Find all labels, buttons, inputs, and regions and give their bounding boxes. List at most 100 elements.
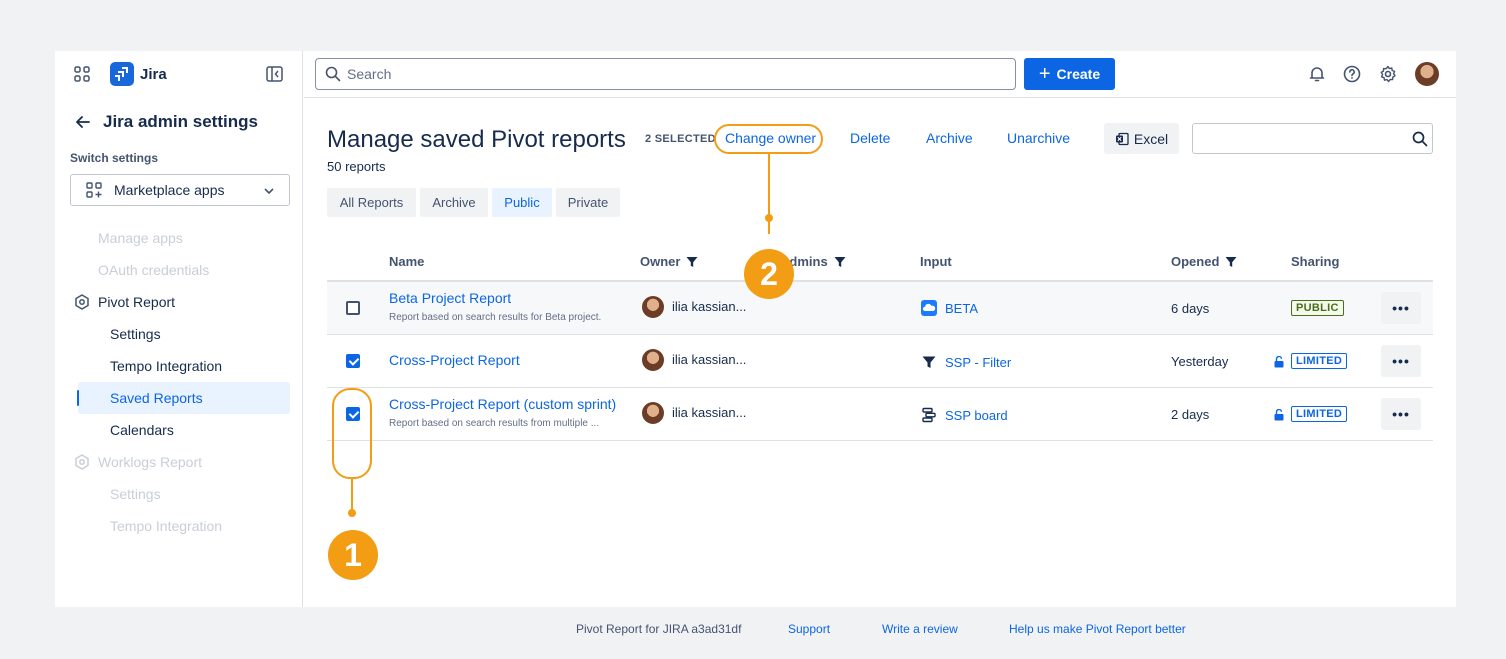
excel-label: Excel <box>1133 130 1169 147</box>
report-description: Report based on search results from mult… <box>389 418 600 429</box>
table-row[interactable]: Cross-Project Report (custom sprint) Rep… <box>327 388 1433 441</box>
excel-icon <box>1115 132 1129 145</box>
worklogs-report-icon <box>75 454 89 470</box>
switch-settings-select[interactable]: Marketplace apps <box>70 174 290 206</box>
sidebar-item-calendars[interactable]: Calendars <box>110 422 174 438</box>
report-description: Report based on search results for Beta … <box>389 312 602 323</box>
search-icon <box>1412 131 1428 147</box>
column-header-owner-label: Owner <box>640 254 681 269</box>
pivot-report-icon <box>75 294 89 310</box>
column-header-sharing[interactable]: Sharing <box>1291 254 1339 269</box>
chevron-down-icon <box>264 188 274 195</box>
tab-archive[interactable]: Archive <box>420 188 488 217</box>
sidebar-item-worklogs-settings[interactable]: Settings <box>110 486 161 502</box>
table-row[interactable]: Beta Project Report Report based on sear… <box>327 282 1433 335</box>
owner-avatar <box>642 402 664 424</box>
unlock-icon <box>1274 409 1284 421</box>
filter-icon[interactable] <box>686 256 698 268</box>
notifications-bell-icon[interactable] <box>1308 65 1326 83</box>
tab-private[interactable]: Private <box>556 188 620 217</box>
sharing-badge-limited: LIMITED <box>1291 353 1348 369</box>
excel-export-button[interactable]: Excel <box>1104 123 1179 154</box>
column-header-name[interactable]: Name <box>389 254 424 269</box>
filter-icon <box>922 356 936 368</box>
back-to-admin-settings[interactable]: Jira admin settings <box>73 112 258 132</box>
jira-logo-icon[interactable] <box>110 62 134 86</box>
main-content: Manage saved Pivot reports 2 SELECTED Ch… <box>304 99 1456 636</box>
sidebar-item-settings[interactable]: Settings <box>110 326 161 342</box>
table-row[interactable]: Cross-Project Report ilia kassian... SSP… <box>327 335 1433 388</box>
footer-support-link[interactable]: Support <box>788 622 830 636</box>
sidebar-item-worklogs-report[interactable]: Worklogs Report <box>98 454 202 470</box>
user-avatar[interactable] <box>1415 62 1439 86</box>
input-link[interactable]: BETA <box>921 300 978 316</box>
input-name: BETA <box>945 300 978 316</box>
page-title: Manage saved Pivot reports <box>327 126 626 153</box>
sidebar: Jira Jira admin settings Switch settings… <box>55 51 303 607</box>
settings-gear-icon[interactable] <box>1379 65 1397 83</box>
report-name-link[interactable]: Cross-Project Report <box>389 352 520 368</box>
unarchive-button[interactable]: Unarchive <box>1007 130 1070 146</box>
annotation-connector <box>351 479 353 513</box>
report-search-input[interactable] <box>1192 123 1433 154</box>
input-name: SSP board <box>945 407 1008 423</box>
archive-button[interactable]: Archive <box>926 130 973 146</box>
collapse-sidebar-icon[interactable] <box>266 66 283 82</box>
app-switcher-icon[interactable] <box>74 66 90 82</box>
board-icon <box>922 407 936 423</box>
search-icon <box>325 66 341 82</box>
filter-icon[interactable] <box>834 256 846 268</box>
annotation-ring-checkboxes <box>332 388 372 479</box>
sidebar-item-pivot-report[interactable]: Pivot Report <box>98 294 175 310</box>
filter-icon[interactable] <box>1225 256 1237 268</box>
row-checkbox[interactable] <box>346 301 360 315</box>
sidebar-item-saved-reports[interactable]: Saved Reports <box>110 390 203 406</box>
column-header-name-label: Name <box>389 254 425 269</box>
input-link[interactable]: SSP - Filter <box>921 354 1011 370</box>
row-checkbox[interactable] <box>346 354 360 368</box>
sidebar-item-tempo-integration[interactable]: Tempo Integration <box>110 358 222 374</box>
delete-button[interactable]: Delete <box>850 130 890 146</box>
footer-feedback-link[interactable]: Help us make Pivot Report better <box>1009 622 1186 636</box>
project-icon <box>921 300 937 316</box>
input-link[interactable]: SSP board <box>921 407 1008 423</box>
sharing-badge-public: PUBLIC <box>1291 300 1344 316</box>
footer-review-link[interactable]: Write a review <box>882 622 958 636</box>
create-label: Create <box>1056 66 1101 82</box>
tab-public[interactable]: Public <box>492 188 552 217</box>
app-name[interactable]: Jira <box>140 66 167 83</box>
sidebar-item-oauth-credentials[interactable]: OAuth credentials <box>98 262 209 278</box>
column-header-opened[interactable]: Opened <box>1171 254 1237 269</box>
more-actions-button[interactable]: ••• <box>1381 398 1421 430</box>
selected-indicator <box>77 390 79 406</box>
help-icon[interactable] <box>1343 65 1361 83</box>
tab-all-reports[interactable]: All Reports <box>327 188 416 217</box>
more-actions-button[interactable]: ••• <box>1381 292 1421 324</box>
annotation-marker-1: 1 <box>328 530 378 580</box>
annotation-dot <box>348 509 356 517</box>
switch-settings-label: Switch settings <box>70 151 159 165</box>
opened-value: 2 days <box>1171 407 1210 422</box>
create-button[interactable]: + Create <box>1024 58 1115 90</box>
change-owner-button[interactable]: Change owner <box>725 130 816 146</box>
unlock-icon <box>1274 356 1284 368</box>
admin-settings-title: Jira admin settings <box>103 112 258 131</box>
more-actions-button[interactable]: ••• <box>1381 345 1421 377</box>
sidebar-item-manage-apps[interactable]: Manage apps <box>98 230 183 246</box>
column-header-owner[interactable]: Owner <box>640 254 698 269</box>
owner-avatar <box>642 349 664 371</box>
column-header-input[interactable]: Input <box>920 254 952 269</box>
footer-version: Pivot Report for JIRA a3ad31df <box>576 622 742 636</box>
owner-name: ilia kassian... <box>672 299 747 314</box>
sidebar-item-worklogs-tempo[interactable]: Tempo Integration <box>110 518 222 534</box>
report-name-link[interactable]: Cross-Project Report (custom sprint) <box>389 396 616 412</box>
sidebar-header: Jira <box>55 51 303 97</box>
marketplace-icon <box>86 182 102 198</box>
report-name-link[interactable]: Beta Project Report <box>389 290 511 306</box>
annotation-dot <box>765 214 773 222</box>
app-window: Jira Jira admin settings Switch settings… <box>55 51 1456 636</box>
search-input[interactable]: Search <box>315 58 1016 90</box>
opened-value: 6 days <box>1171 301 1210 316</box>
switch-settings-value: Marketplace apps <box>114 182 225 198</box>
arrow-left-icon <box>76 116 90 128</box>
